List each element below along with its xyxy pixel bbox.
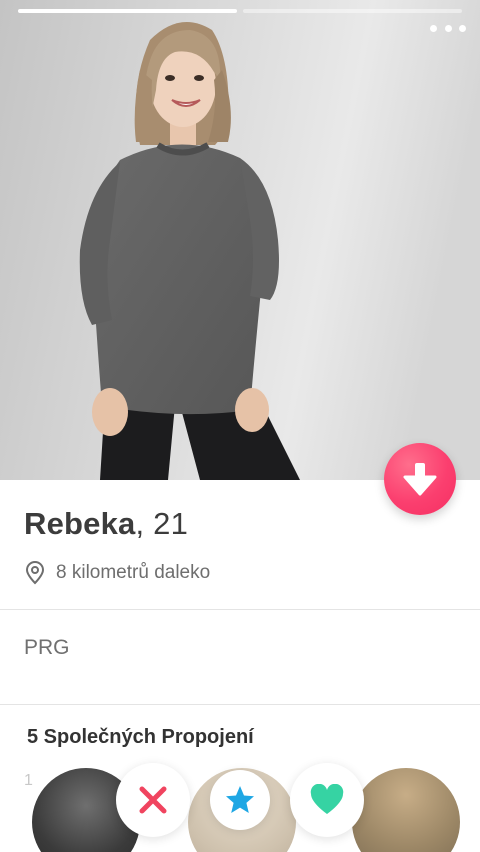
super-like-button[interactable]	[210, 770, 270, 830]
connection-avatar[interactable]	[352, 768, 460, 852]
divider	[0, 704, 480, 705]
like-button[interactable]	[290, 763, 364, 837]
photo-progress-indicator	[18, 9, 462, 13]
common-connections-title: 5 Společných Propojení	[27, 726, 254, 748]
connection-partial-label: 1	[24, 772, 33, 789]
star-icon	[226, 786, 254, 813]
photo-progress-segment	[243, 9, 462, 13]
heart-icon	[310, 784, 344, 814]
profile-age: , 21	[135, 506, 189, 541]
nope-button[interactable]	[116, 763, 190, 837]
arrow-down-icon	[403, 463, 437, 496]
location-pin-icon	[25, 561, 45, 585]
profile-screen: Rebeka, 21 8 kilometrů daleko PRG 5 Spol…	[0, 0, 480, 852]
profile-photo[interactable]	[0, 0, 480, 480]
profile-name-age: Rebeka, 21	[24, 506, 188, 542]
profile-distance: 8 kilometrů daleko	[24, 560, 210, 586]
profile-bio: PRG	[24, 636, 70, 659]
photo-progress-segment-active	[18, 9, 237, 13]
divider	[0, 609, 480, 610]
more-options-icon[interactable]	[430, 20, 466, 36]
distance-text: 8 kilometrů daleko	[56, 562, 211, 583]
x-icon	[139, 786, 167, 814]
profile-name: Rebeka	[24, 506, 136, 541]
collapse-profile-button[interactable]	[384, 443, 456, 515]
person-photo-illustration	[0, 0, 480, 480]
